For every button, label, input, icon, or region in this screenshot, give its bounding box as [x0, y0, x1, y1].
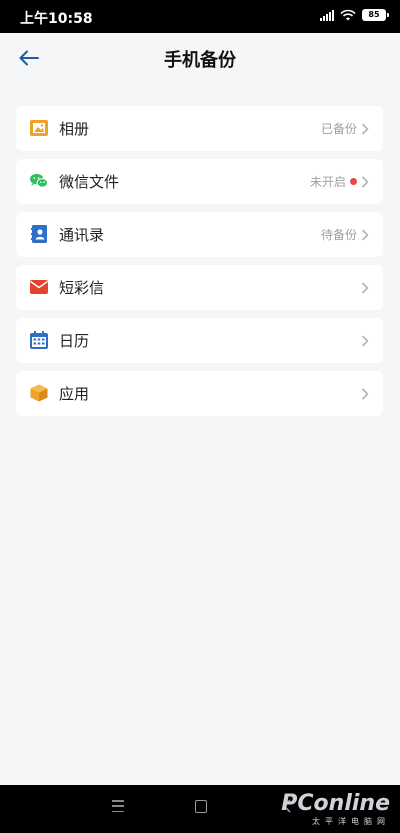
notification-dot — [350, 178, 357, 185]
item-label: 应用 — [59, 385, 90, 403]
header: 手机备份 — [0, 33, 400, 83]
status-time: 上午10:58 — [20, 11, 93, 27]
item-label: 短彩信 — [59, 279, 105, 297]
item-label: 微信文件 — [59, 173, 120, 191]
backup-item-contacts[interactable]: 通讯录 待备份 — [16, 212, 383, 257]
chevron-right-icon — [361, 334, 369, 347]
status-bar: 上午10:58 85 — [0, 0, 400, 33]
backup-item-calendar[interactable]: 日历 — [16, 318, 383, 363]
wifi-icon — [340, 9, 356, 21]
backup-list: 相册 已备份 微信文件 未开启 通讯录 待备份 短彩信 日历 应用 — [16, 106, 383, 424]
chevron-right-icon — [361, 228, 369, 241]
chevron-right-icon — [361, 175, 369, 188]
watermark-brand: PConline — [281, 791, 390, 816]
item-label: 通讯录 — [59, 226, 105, 244]
battery-level: 85 — [368, 10, 380, 19]
page-title: 手机备份 — [164, 50, 236, 71]
calendar-icon — [30, 331, 48, 349]
status-icons: 85 — [320, 9, 389, 21]
item-label: 日历 — [59, 332, 90, 350]
message-icon — [30, 278, 48, 296]
battery-icon: 85 — [362, 9, 389, 21]
backup-item-photos[interactable]: 相册 已备份 — [16, 106, 383, 151]
backup-item-apps[interactable]: 应用 — [16, 371, 383, 416]
watermark-logo: PConline 太平洋电脑网 — [281, 793, 390, 827]
chevron-right-icon — [361, 122, 369, 135]
item-status: 未开启 — [309, 175, 346, 189]
navigation-bar: PConline 太平洋电脑网 — [0, 785, 400, 833]
signal-icon — [320, 9, 334, 21]
backup-item-wechat[interactable]: 微信文件 未开启 — [16, 159, 383, 204]
chevron-right-icon — [361, 387, 369, 400]
wechat-icon — [30, 172, 48, 190]
watermark-tagline: 太平洋电脑网 — [312, 817, 390, 826]
menu-nav-icon[interactable] — [112, 800, 124, 812]
app-box-icon — [30, 384, 48, 402]
contacts-icon — [30, 225, 48, 243]
home-nav-icon[interactable] — [195, 800, 207, 813]
item-label: 相册 — [59, 120, 90, 138]
item-status: 待备份 — [320, 228, 357, 242]
chevron-right-icon — [361, 281, 369, 294]
photo-album-icon — [30, 119, 48, 137]
item-status: 已备份 — [320, 122, 357, 136]
backup-item-messages[interactable]: 短彩信 — [16, 265, 383, 310]
